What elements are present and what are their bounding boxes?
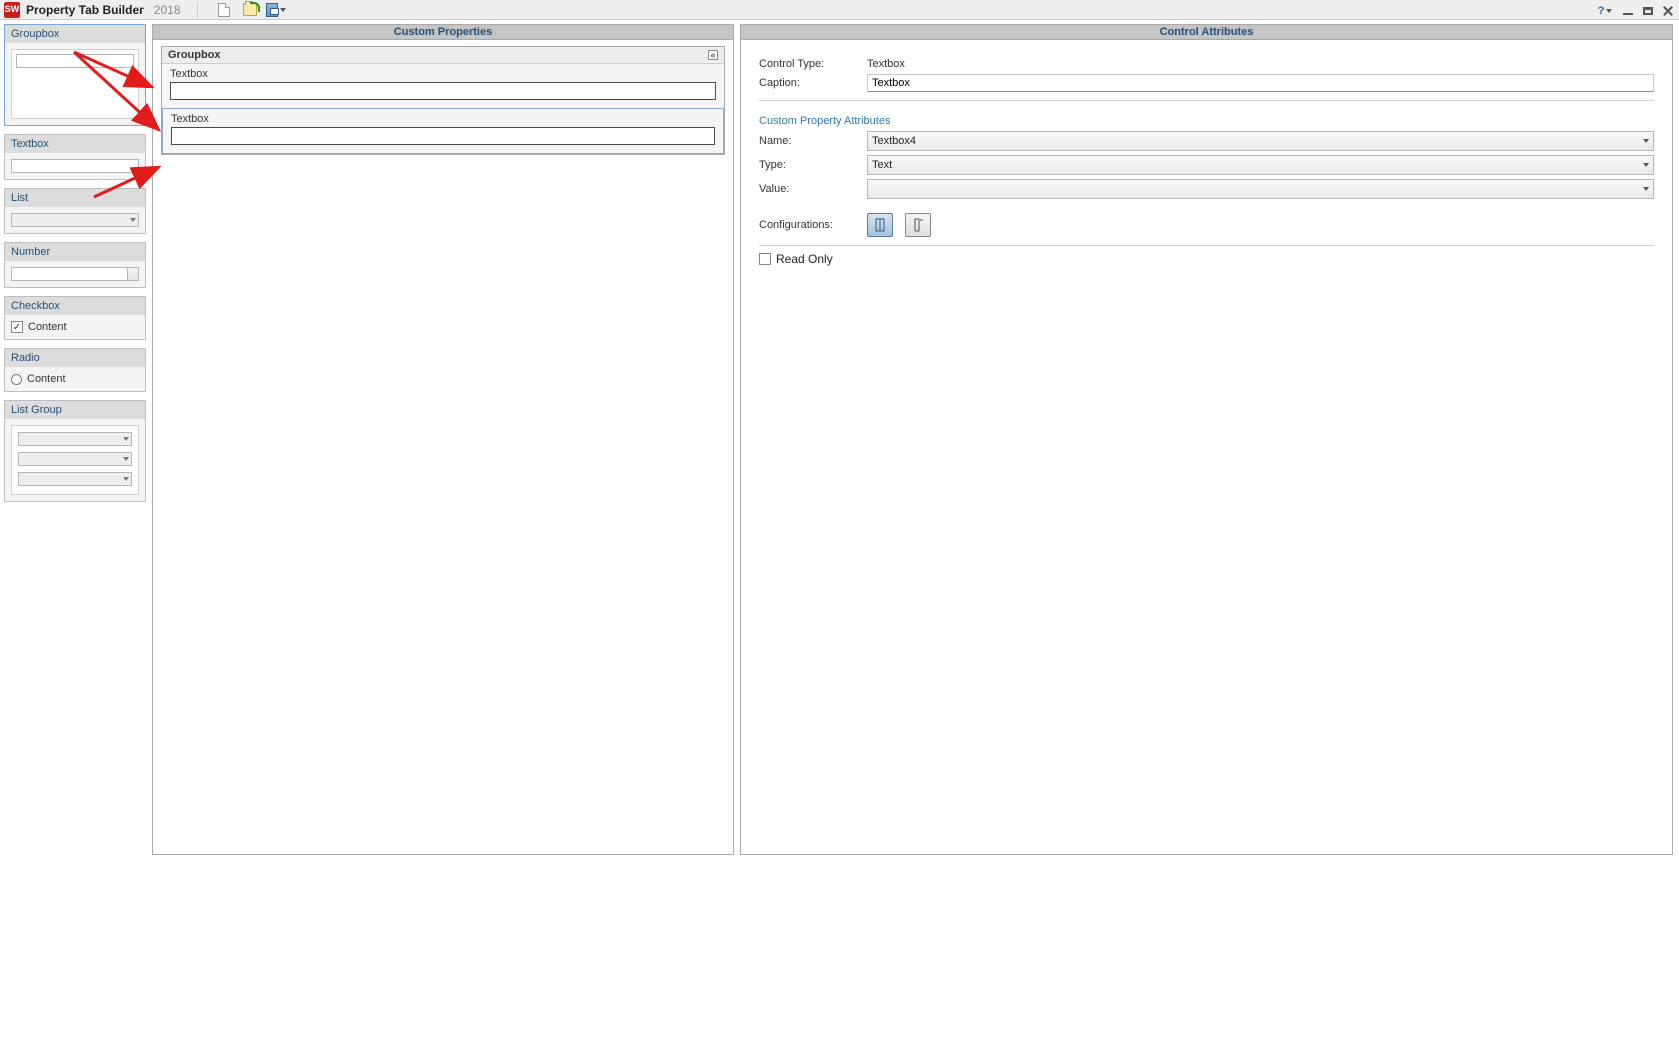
separator	[197, 2, 198, 18]
caption-input[interactable]	[867, 74, 1654, 92]
palette-checkbox[interactable]: Checkbox ✓ Content	[4, 296, 146, 340]
palette-groupbox-label: Groupbox	[5, 25, 145, 43]
type-combo[interactable]: Text	[867, 155, 1654, 175]
title-bar: SW Property Tab Builder 2018 ?	[0, 0, 1679, 20]
new-file-icon	[218, 3, 230, 17]
palette-radio[interactable]: Radio Content	[4, 348, 146, 392]
field-label: Textbox	[171, 113, 715, 125]
palette-listgroup[interactable]: List Group	[4, 400, 146, 502]
save-button[interactable]	[266, 1, 286, 19]
textbox-field-2[interactable]: Textbox	[162, 108, 724, 154]
field-input[interactable]	[171, 127, 715, 145]
help-icon: ?	[1598, 5, 1605, 17]
palette-listgroup-label: List Group	[5, 401, 145, 419]
type-label: Type:	[759, 159, 859, 171]
chevron-down-icon	[280, 8, 286, 12]
canvas-header: Custom Properties	[152, 24, 734, 40]
save-icon	[266, 3, 278, 17]
control-type-value: Textbox	[867, 58, 905, 70]
value-combo[interactable]	[867, 179, 1654, 199]
check-icon: ✓	[11, 321, 23, 333]
open-file-button[interactable]	[240, 1, 260, 19]
groupbox-container[interactable]: Groupbox « Textbox Textbox	[161, 46, 725, 155]
field-input[interactable]	[170, 82, 716, 100]
new-file-button[interactable]	[214, 1, 234, 19]
help-button[interactable]: ?	[1595, 2, 1615, 20]
app-icon: SW	[4, 2, 20, 18]
textbox-field-1[interactable]: Textbox	[162, 64, 724, 108]
palette-number[interactable]: Number	[4, 242, 146, 288]
name-combo[interactable]: Textbox4	[867, 131, 1654, 151]
readonly-label: Read Only	[776, 252, 833, 266]
app-version: 2018	[154, 3, 181, 17]
palette-list[interactable]: List	[4, 188, 146, 234]
control-palette: Groupbox Textbox List Number Checkbox ✓ …	[4, 24, 146, 1043]
config-specific-icon	[912, 218, 924, 232]
app-title: Property Tab Builder	[26, 3, 144, 17]
divider	[759, 245, 1654, 246]
groupbox-title: Groupbox	[168, 49, 221, 61]
config-all-icon	[874, 218, 886, 232]
palette-checkbox-label: Checkbox	[5, 297, 145, 315]
control-type-label: Control Type:	[759, 58, 859, 70]
collapse-icon[interactable]: «	[708, 50, 718, 60]
palette-textbox-label: Textbox	[5, 135, 145, 153]
palette-number-label: Number	[5, 243, 145, 261]
maximize-button[interactable]	[1641, 5, 1655, 17]
minimize-icon	[1623, 13, 1633, 15]
field-label: Textbox	[170, 68, 716, 80]
palette-radio-label: Radio	[5, 349, 145, 367]
palette-textbox[interactable]: Textbox	[4, 134, 146, 180]
name-label: Name:	[759, 135, 859, 147]
chevron-down-icon	[1606, 9, 1612, 13]
caption-label: Caption:	[759, 77, 859, 89]
maximize-icon	[1643, 7, 1653, 15]
attributes-header: Control Attributes	[740, 24, 1673, 40]
palette-list-label: List	[5, 189, 145, 207]
configurations-label: Configurations:	[759, 219, 859, 231]
design-canvas: Custom Properties Groupbox « Textbox Tex…	[152, 24, 734, 1043]
palette-groupbox[interactable]: Groupbox	[4, 24, 146, 126]
value-label: Value:	[759, 183, 859, 195]
palette-radio-content: Content	[27, 373, 66, 385]
custom-prop-section-title: Custom Property Attributes	[759, 115, 1654, 127]
close-icon	[1662, 5, 1674, 17]
readonly-checkbox[interactable]	[759, 253, 771, 265]
close-button[interactable]	[1661, 5, 1675, 17]
control-attributes-panel: Control Attributes Control Type: Textbox…	[740, 24, 1673, 1043]
config-specific-button[interactable]	[905, 213, 931, 237]
palette-checkbox-content: Content	[28, 321, 67, 333]
radio-icon	[11, 374, 22, 385]
open-file-icon	[243, 3, 257, 16]
minimize-button[interactable]	[1621, 5, 1635, 17]
divider	[759, 100, 1654, 101]
config-all-button[interactable]	[867, 213, 893, 237]
